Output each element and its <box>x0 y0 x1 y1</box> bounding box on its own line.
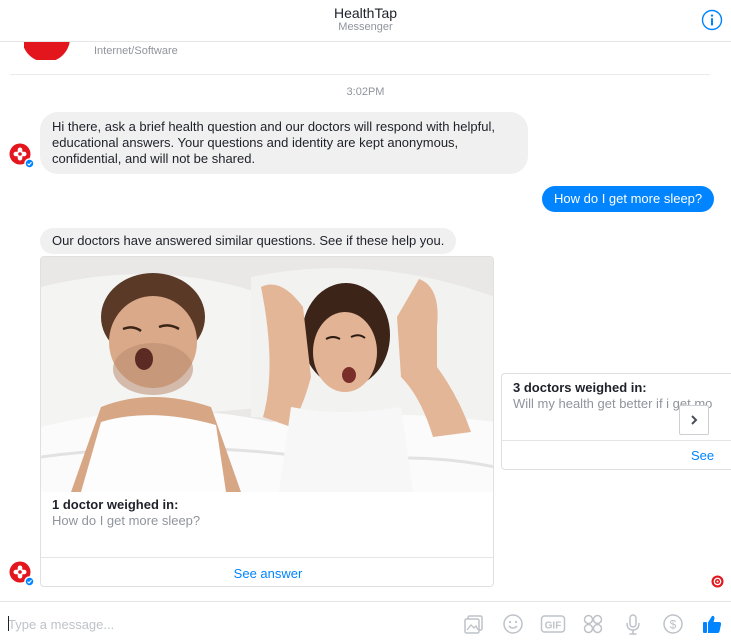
message-composer: GIF $ <box>0 601 731 642</box>
seen-avatar-icon <box>711 575 724 588</box>
message-input[interactable] <box>8 614 428 634</box>
photo-icon[interactable] <box>463 613 485 635</box>
svg-text:GIF: GIF <box>545 621 562 632</box>
payment-icon[interactable]: $ <box>662 613 684 635</box>
stickers-icon[interactable] <box>582 613 604 635</box>
user-message-bubble: How do I get more sleep? <box>542 186 715 212</box>
card-title: 1 doctor weighed in: <box>52 497 179 512</box>
card-title: 3 doctors weighed in: <box>513 380 647 395</box>
page-profile-strip: Internet/Software <box>10 20 710 75</box>
card-divider <box>41 557 493 558</box>
card-divider <box>502 440 731 441</box>
answer-card[interactable]: 1 doctor weighed in: How do I get more s… <box>40 256 494 587</box>
conversation-header: HealthTap Messenger <box>0 0 731 42</box>
carousel-next-button[interactable] <box>679 405 709 435</box>
bot-intro-bubble: Our doctors have answered similar questi… <box>40 228 457 254</box>
emoji-icon[interactable] <box>502 613 524 635</box>
like-icon[interactable] <box>701 613 723 635</box>
conversation-title: HealthTap <box>333 5 398 21</box>
bot-avatar[interactable] <box>9 561 35 587</box>
see-answer-button[interactable]: See <box>691 448 721 463</box>
bot-greeting-text: Hi there, ask a brief health question an… <box>52 119 495 166</box>
svg-text:$: $ <box>670 618 677 632</box>
page-category: Internet/Software <box>94 45 178 57</box>
user-message-text: How do I get more sleep? <box>554 191 703 206</box>
info-icon[interactable] <box>701 9 723 31</box>
chevron-right-icon <box>691 415 698 425</box>
card-subtitle: How do I get more sleep? <box>52 513 201 528</box>
card-image-couple-in-bed <box>41 257 493 492</box>
bot-greeting-bubble: Hi there, ask a brief health question an… <box>40 112 528 174</box>
see-answer-button[interactable]: See answer <box>41 566 493 581</box>
bot-intro-text: Our doctors have answered similar questi… <box>52 233 445 248</box>
gif-icon[interactable]: GIF <box>540 613 566 635</box>
text-caret <box>8 616 9 631</box>
microphone-icon[interactable] <box>622 613 644 635</box>
message-timestamp: 3:02PM <box>346 86 385 98</box>
conversation-subtitle: Messenger <box>338 21 393 33</box>
bot-avatar[interactable] <box>9 143 35 169</box>
